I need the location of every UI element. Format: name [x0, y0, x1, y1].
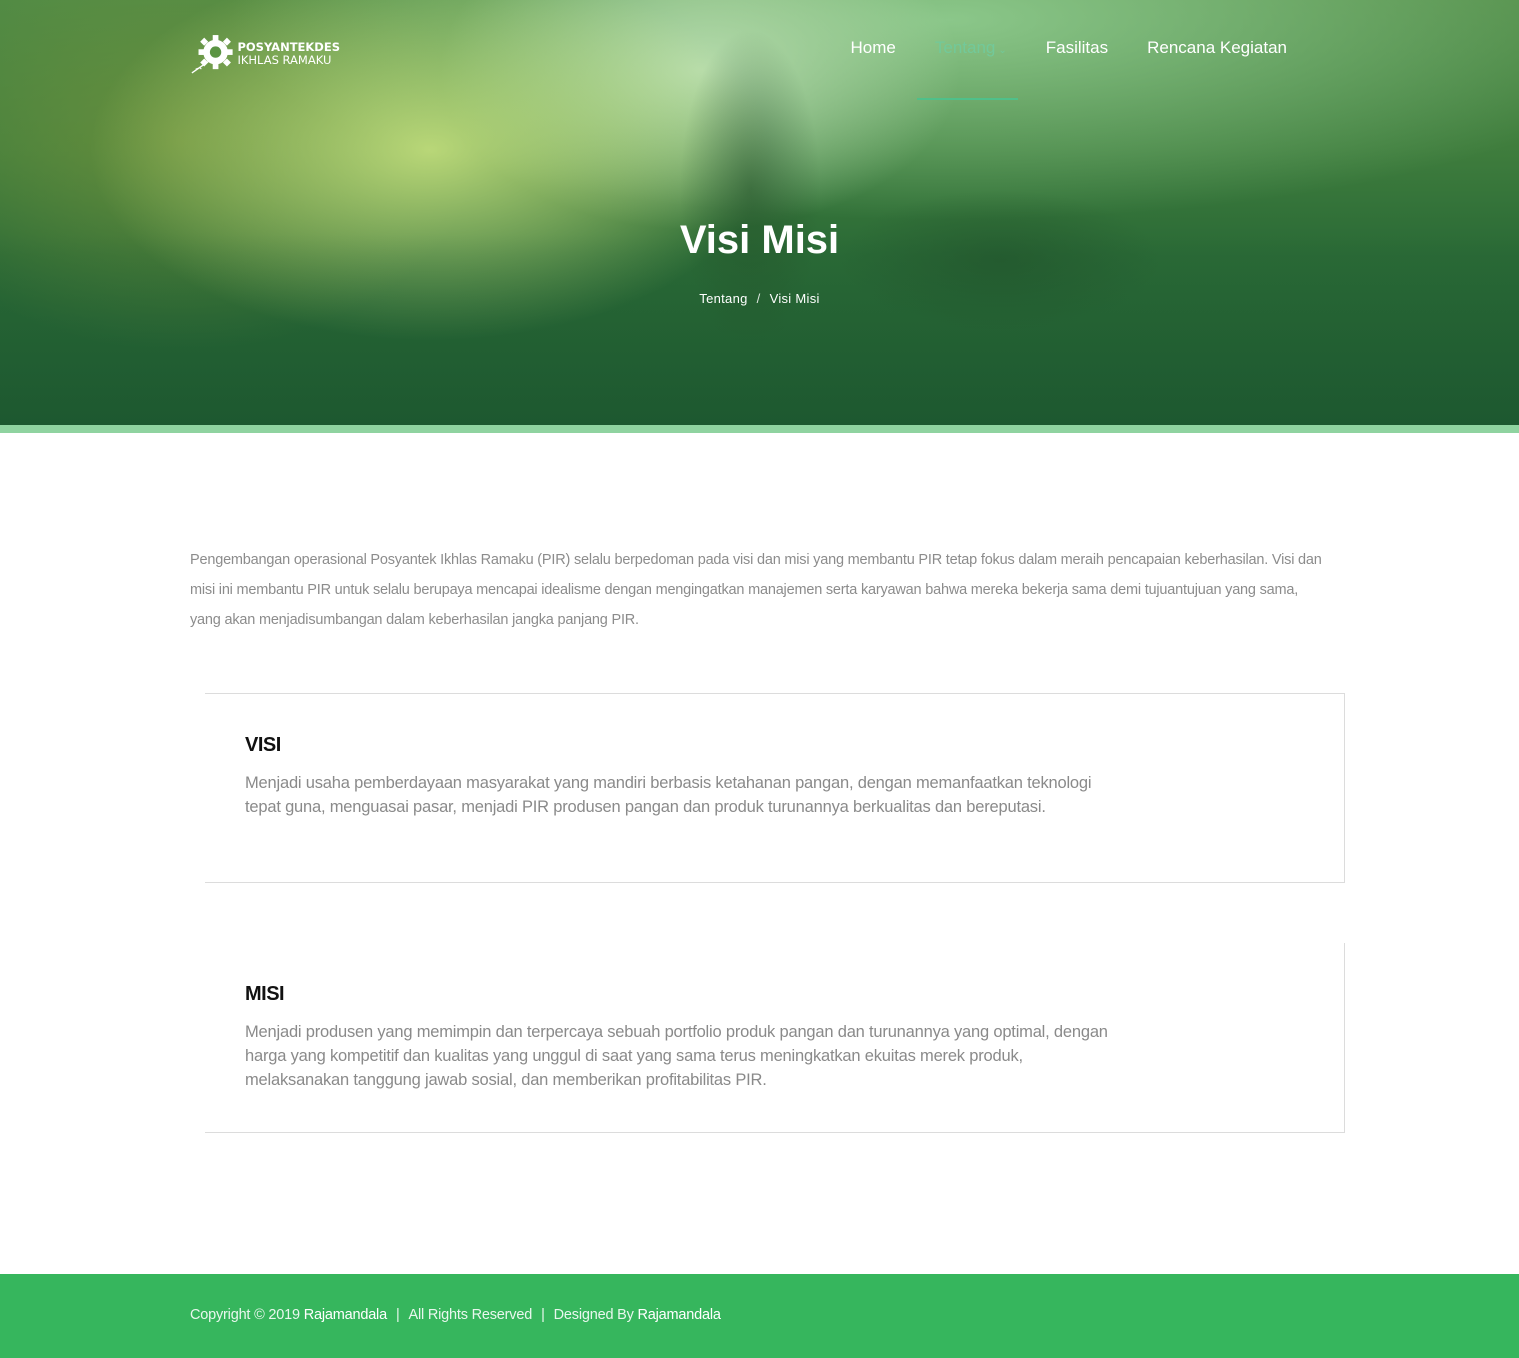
designer-link[interactable]: Rajamandala	[638, 1307, 721, 1323]
nav-item-home[interactable]: Home	[851, 38, 896, 58]
company-link[interactable]: Rajamandala	[304, 1307, 387, 1323]
visi-heading: VISI	[245, 734, 281, 756]
nav-label-fasilitas: Fasilitas	[1045, 38, 1109, 57]
hero-bottom-strip	[0, 425, 1519, 433]
page-title: Visi Misi	[679, 218, 840, 262]
footer-copyright: Copyright © 2019 Rajamandala | All Rights …	[190, 1307, 721, 1323]
visi-text: Menjadi usaha pemberdayaan masyarakat ya…	[245, 774, 1092, 816]
logo-name-line2: IKHLAS RAMAKU	[237, 53, 332, 67]
misi-card: MISI Menjadi produsen yang memimpin dan …	[205, 943, 1345, 1133]
rights-text: All Rights Reserved	[408, 1307, 533, 1323]
gear-icon	[191, 35, 233, 74]
designed-by-text: Designed By	[553, 1307, 634, 1323]
visi-card: VISI Menjadi usaha pemberdayaan masyarak…	[205, 693, 1345, 883]
breadcrumb-current: Visi Misi	[769, 291, 820, 306]
nav-item-tentang[interactable]: Tentang ⌄	[935, 38, 1007, 58]
footer-separator: |	[541, 1307, 545, 1323]
breadcrumb: Tentang / Visi Misi	[0, 291, 1519, 306]
nav-label-rencana-kegiatan: Rencana Kegiatan	[1147, 38, 1287, 57]
breadcrumb-link-tentang[interactable]: Tentang	[699, 291, 747, 306]
misi-text: Menjadi produsen yang memimpin dan terpe…	[245, 1023, 1108, 1089]
misi-heading: MISI	[245, 983, 285, 1005]
nav-item-fasilitas[interactable]: Fasilitas	[1046, 38, 1108, 58]
intro-paragraph: Pengembangan operasional Posyantek Ikhla…	[190, 552, 1322, 628]
nav-label-tentang: Tentang	[934, 38, 996, 57]
main-navigation: Home Tentang ⌄ Fasilitas Rencana Kegiatan	[812, 38, 1288, 58]
site-footer: Copyright © 2019 Rajamandala | All Rights …	[0, 1274, 1519, 1358]
copyright-text: Copyright © 2019	[190, 1307, 300, 1323]
nav-item-rencana-kegiatan[interactable]: Rencana Kegiatan	[1147, 38, 1287, 58]
breadcrumb-separator: /	[756, 291, 761, 306]
footer-separator: |	[395, 1307, 400, 1323]
nav-label-home: Home	[850, 38, 896, 57]
nav-active-indicator	[917, 98, 1018, 100]
chevron-down-icon: ⌄	[998, 45, 1007, 56]
site-logo[interactable]: POSYANTEKDES IKHLAS RAMAKU	[190, 32, 340, 76]
